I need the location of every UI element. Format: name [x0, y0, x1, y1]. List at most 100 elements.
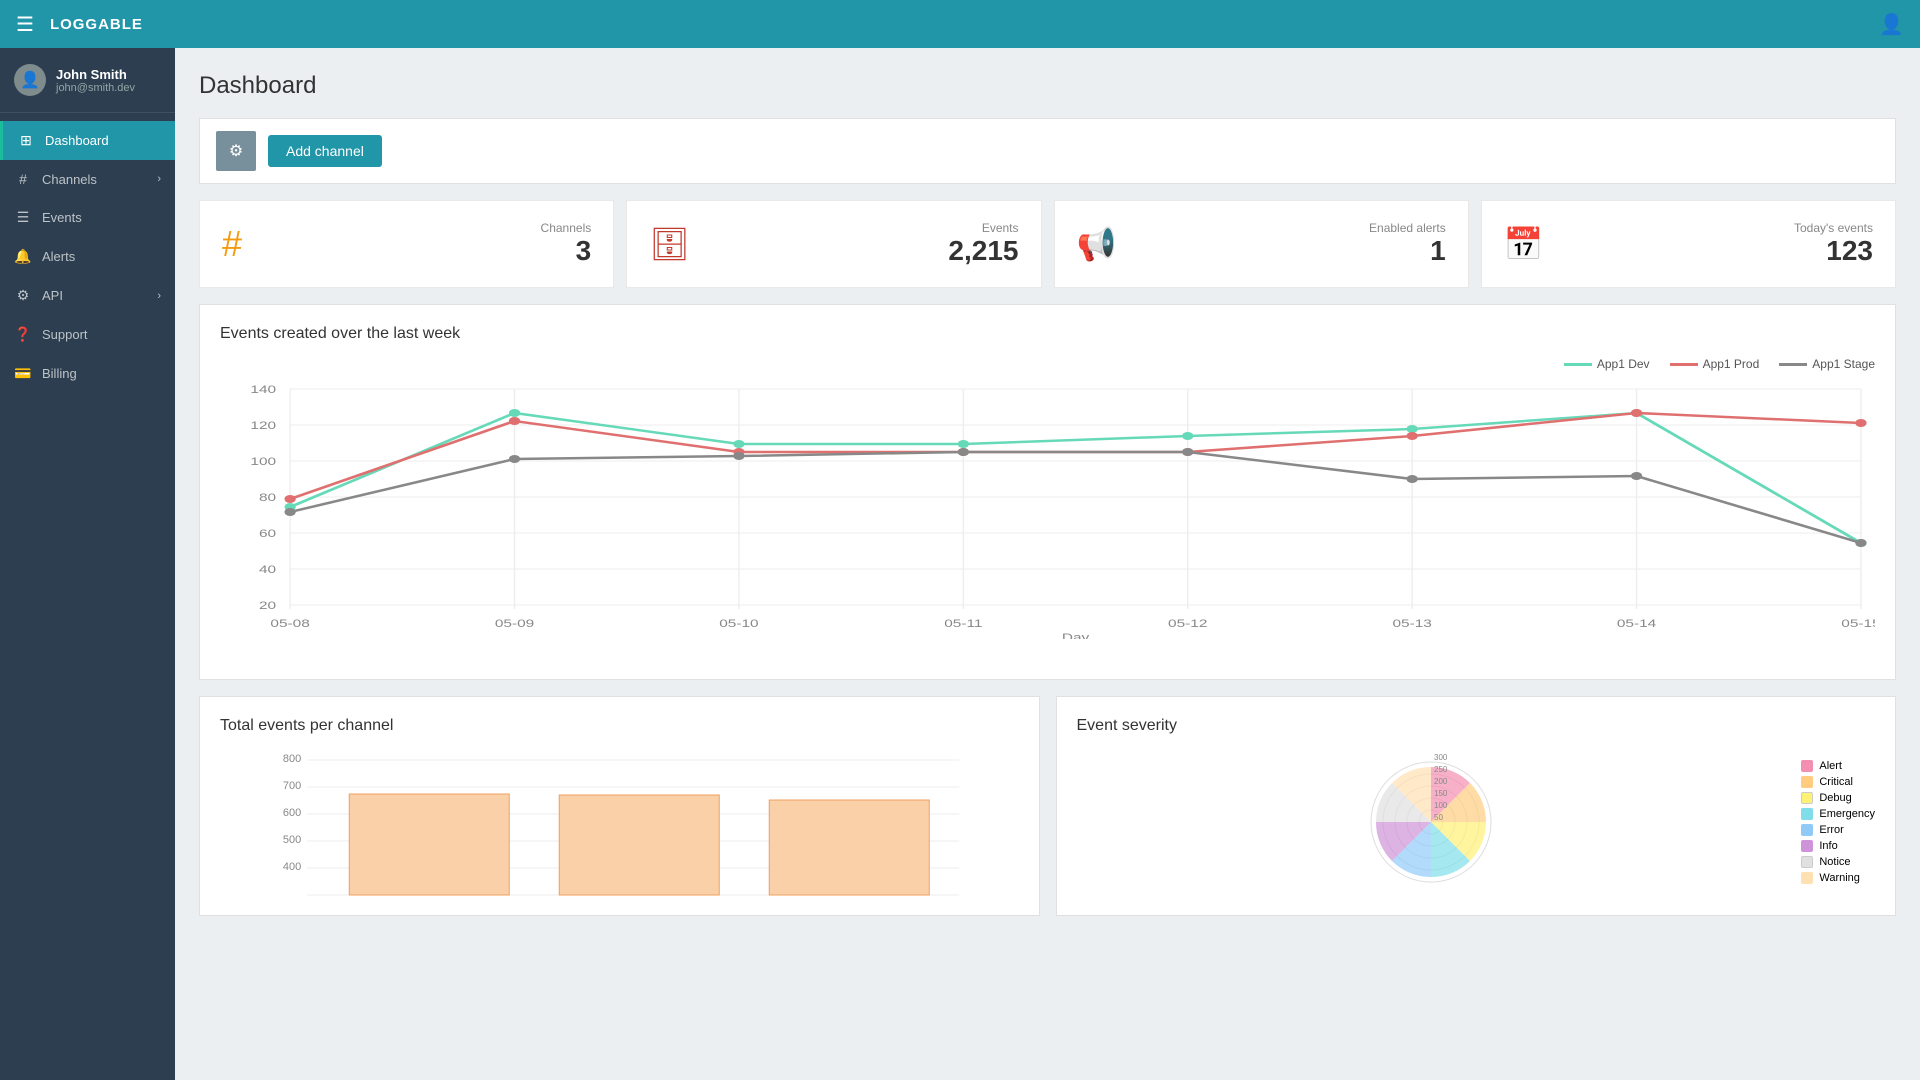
svg-text:50: 50 [1434, 813, 1443, 822]
severity-label: Warning [1819, 872, 1860, 884]
severity-label: Notice [1819, 856, 1850, 868]
svg-text:20: 20 [259, 599, 276, 611]
svg-text:60: 60 [259, 527, 276, 539]
severity-item-notice: Notice [1801, 856, 1875, 868]
svg-text:80: 80 [259, 491, 276, 503]
hamburger-icon[interactable]: ☰ [16, 12, 34, 37]
sidebar-item-dashboard[interactable]: ⊞ Dashboard [0, 121, 175, 160]
notice-dot [1801, 856, 1813, 868]
legend-line-stage [1779, 363, 1807, 366]
user-email: john@smith.dev [56, 82, 135, 94]
svg-text:05-14: 05-14 [1617, 617, 1657, 629]
user-info: John Smith john@smith.dev [56, 67, 135, 94]
svg-text:40: 40 [259, 563, 276, 575]
legend-label-dev: App1 Dev [1597, 357, 1650, 371]
api-icon: ⚙ [14, 287, 32, 304]
stat-card-alerts: 📢 Enabled alerts 1 [1054, 200, 1469, 288]
stat-value: 123 [1560, 235, 1873, 267]
sidebar-item-label: API [42, 288, 63, 303]
calendar-stat-icon: 📅 [1504, 225, 1544, 263]
channels-stat-icon: # [222, 223, 242, 265]
bottom-charts: Total events per channel 800 700 600 500… [199, 696, 1896, 916]
sidebar-item-alerts[interactable]: 🔔 Alerts [0, 237, 175, 276]
add-channel-button[interactable]: Add channel [268, 135, 382, 167]
svg-text:600: 600 [283, 807, 301, 819]
severity-item-warning: Warning [1801, 872, 1875, 884]
user-profile-icon[interactable]: 👤 [1879, 12, 1904, 37]
user-name: John Smith [56, 67, 135, 82]
polar-chart: 300 250 200 150 100 50 [1077, 747, 1786, 897]
stat-card-events: 🗄 Events 2,215 [626, 200, 1041, 288]
billing-icon: 💳 [14, 365, 32, 382]
stat-card-channels: # Channels 3 [199, 200, 614, 288]
severity-item-critical: Critical [1801, 776, 1875, 788]
svg-text:Day: Day [1062, 631, 1090, 639]
stat-value: 3 [258, 235, 591, 267]
critical-dot [1801, 776, 1813, 788]
legend-item-dev: App1 Dev [1564, 357, 1650, 371]
line-chart-container: 140 120 100 80 60 40 20 05-08 05-09 05-1… [220, 379, 1875, 659]
severity-label: Emergency [1819, 808, 1875, 820]
severity-item-error: Error [1801, 824, 1875, 836]
svg-text:05-09: 05-09 [495, 617, 534, 629]
stat-label: Enabled alerts [1132, 221, 1445, 235]
svg-text:05-13: 05-13 [1392, 617, 1431, 629]
sidebar-item-billing[interactable]: 💳 Billing [0, 354, 175, 393]
sidebar-item-events[interactable]: ☰ Events [0, 198, 175, 237]
topnav: ☰ LOGGABLE 👤 [0, 0, 1920, 48]
sidebar-item-support[interactable]: ❓ Support [0, 315, 175, 354]
svg-text:150: 150 [1434, 789, 1448, 798]
severity-item-info: Info [1801, 840, 1875, 852]
stat-cards: # Channels 3 🗄 Events 2,215 📢 Enabled al… [199, 200, 1896, 288]
legend-line-dev [1564, 363, 1592, 366]
bar-chart-svg: 800 700 600 500 400 [220, 747, 1019, 907]
stat-card-todays-events: 📅 Today's events 123 [1481, 200, 1896, 288]
severity-legend: Alert Critical Debug Emergency [1801, 760, 1875, 884]
events-icon: ☰ [14, 209, 32, 226]
legend-label-stage: App1 Stage [1812, 357, 1875, 371]
stat-info: Enabled alerts 1 [1132, 221, 1445, 267]
legend-line-prod [1670, 363, 1698, 366]
alerts-stat-icon: 📢 [1077, 225, 1117, 263]
page-title: Dashboard [199, 72, 1896, 100]
dashboard-icon: ⊞ [17, 132, 35, 149]
svg-text:05-10: 05-10 [719, 617, 758, 629]
alert-dot [1801, 760, 1813, 772]
bar-chart-title: Total events per channel [220, 717, 1019, 735]
chart-legend: App1 Dev App1 Prod App1 Stage [220, 357, 1875, 371]
sidebar-item-label: Billing [42, 366, 77, 381]
stat-value: 2,215 [706, 235, 1019, 267]
svg-text:140: 140 [250, 383, 276, 395]
severity-label: Error [1819, 824, 1843, 836]
sidebar-nav: ⊞ Dashboard # Channels › ☰ Events 🔔 Aler… [0, 113, 175, 1080]
legend-item-stage: App1 Stage [1779, 357, 1875, 371]
sidebar-item-label: Dashboard [45, 133, 109, 148]
main-content: Dashboard ⚙ Add channel # Channels 3 🗄 E… [175, 48, 1920, 1080]
svg-text:250: 250 [1434, 765, 1448, 774]
severity-chart-title: Event severity [1077, 717, 1876, 735]
sidebar-item-api[interactable]: ⚙ API › [0, 276, 175, 315]
settings-button[interactable]: ⚙ [216, 131, 256, 171]
severity-item-debug: Debug [1801, 792, 1875, 804]
sidebar-item-label: Channels [42, 172, 97, 187]
error-dot [1801, 824, 1813, 836]
svg-text:400: 400 [283, 861, 301, 873]
stat-info: Events 2,215 [706, 221, 1019, 267]
stat-info: Channels 3 [258, 221, 591, 267]
gear-icon: ⚙ [229, 141, 243, 161]
main-layout: 👤 John Smith john@smith.dev ⊞ Dashboard … [0, 48, 1920, 1080]
sidebar-item-channels[interactable]: # Channels › [0, 160, 175, 198]
alerts-icon: 🔔 [14, 248, 32, 265]
info-dot [1801, 840, 1813, 852]
avatar: 👤 [14, 64, 46, 96]
warning-dot [1801, 872, 1813, 884]
severity-label: Alert [1819, 760, 1842, 772]
chevron-right-icon: › [157, 173, 161, 185]
severity-chart-section: Event severity [1056, 696, 1897, 916]
sidebar-item-label: Support [42, 327, 88, 342]
stat-label: Events [706, 221, 1019, 235]
svg-text:120: 120 [250, 419, 276, 431]
topnav-left: ☰ LOGGABLE [16, 12, 143, 37]
svg-text:100: 100 [1434, 801, 1448, 810]
svg-text:700: 700 [283, 780, 301, 792]
